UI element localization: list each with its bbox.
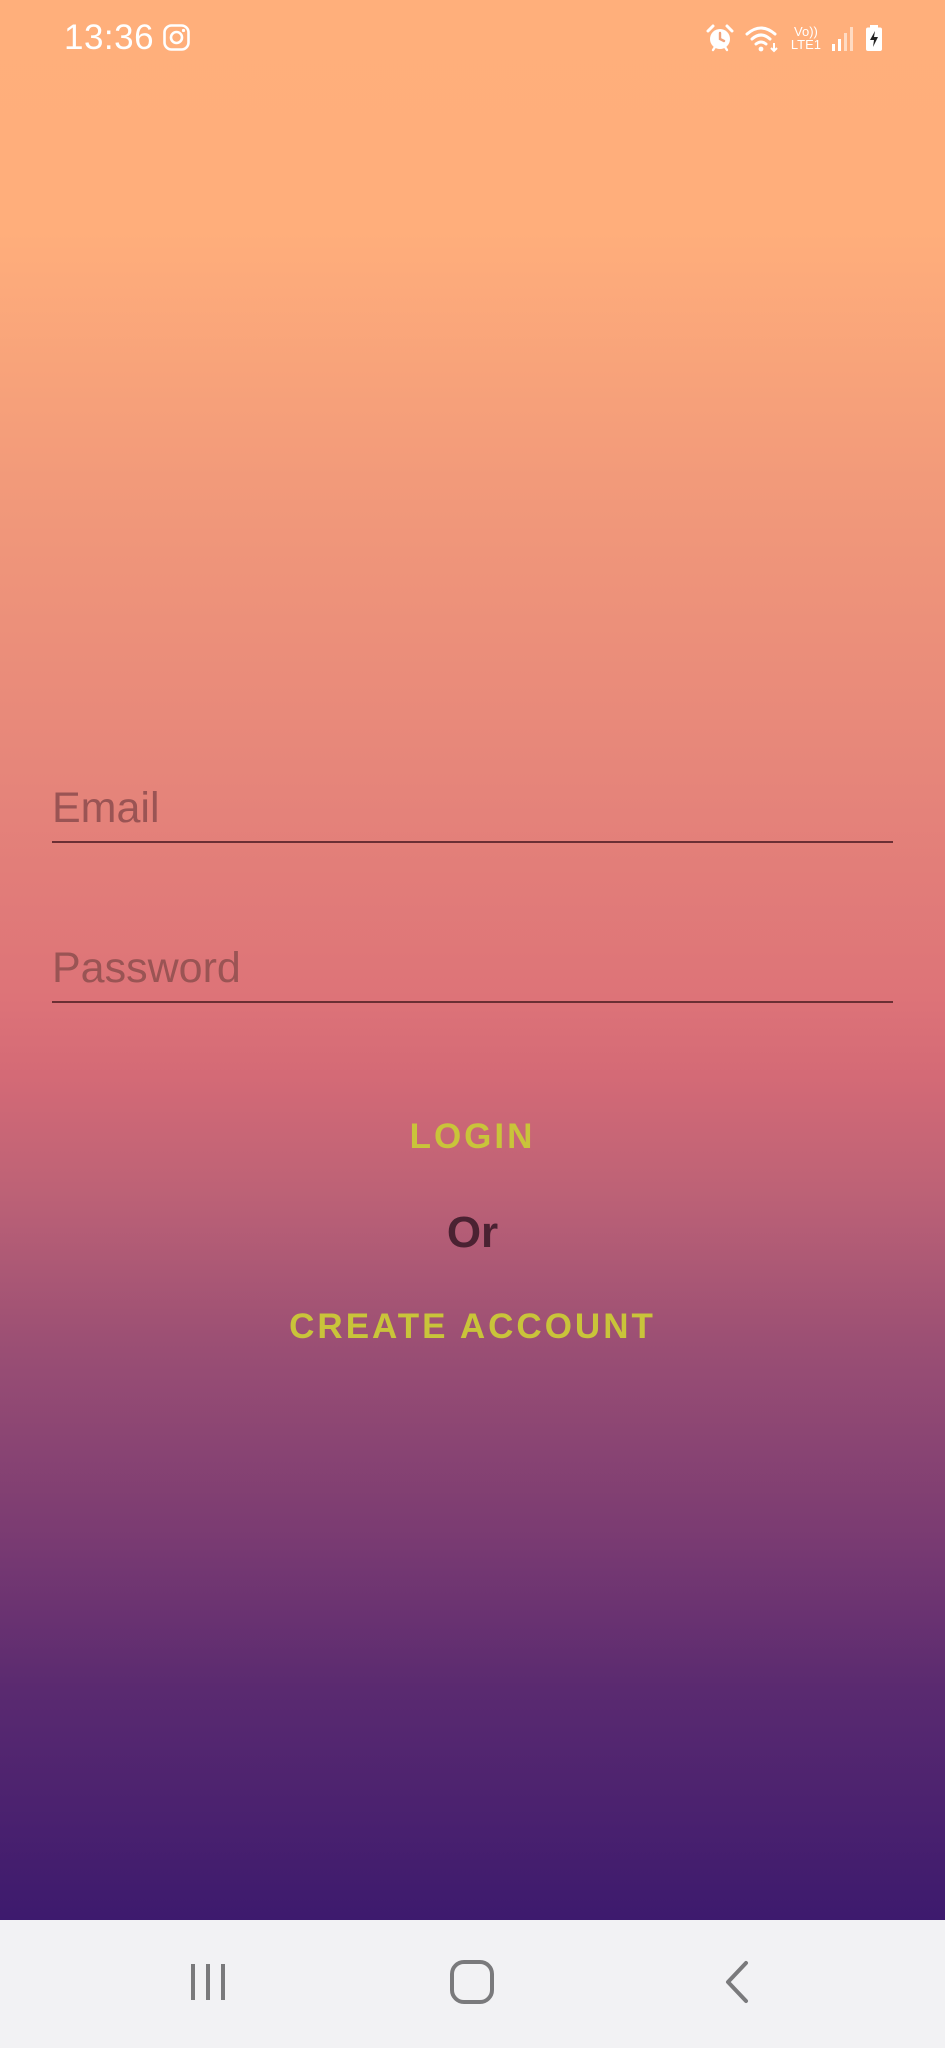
recents-icon [187, 1962, 229, 2007]
battery-charging-icon [865, 24, 883, 52]
signal-icon [831, 24, 855, 52]
alarm-icon [705, 23, 735, 53]
status-time: 13:36 [64, 18, 155, 57]
password-field-wrapper [52, 944, 893, 1003]
wifi-icon [745, 23, 781, 53]
login-button[interactable]: LOGIN [0, 1117, 945, 1157]
or-separator-text: Or [446, 1208, 499, 1257]
login-screen: 13:36 Vo)) LTE1 Email LOGIN Or CREATE AC… [0, 0, 945, 1920]
create-account-button[interactable]: CREATE ACCOUNT [0, 1307, 945, 1347]
recents-button[interactable] [148, 1920, 268, 2048]
volte-icon: Vo)) LTE1 [791, 25, 821, 51]
status-bar: 13:36 Vo)) LTE1 [0, 0, 945, 78]
email-input[interactable] [52, 784, 893, 841]
email-field-wrapper [52, 784, 893, 843]
home-icon [449, 1959, 495, 2010]
password-input[interactable] [52, 944, 893, 1001]
back-icon [722, 1960, 752, 2009]
navigation-bar [0, 1920, 945, 2048]
back-button[interactable] [677, 1920, 797, 2048]
home-button[interactable] [412, 1920, 532, 2048]
status-icons: Vo)) LTE1 [705, 20, 883, 56]
instagram-icon [163, 24, 190, 51]
volte-label-bottom: LTE1 [790, 37, 821, 52]
